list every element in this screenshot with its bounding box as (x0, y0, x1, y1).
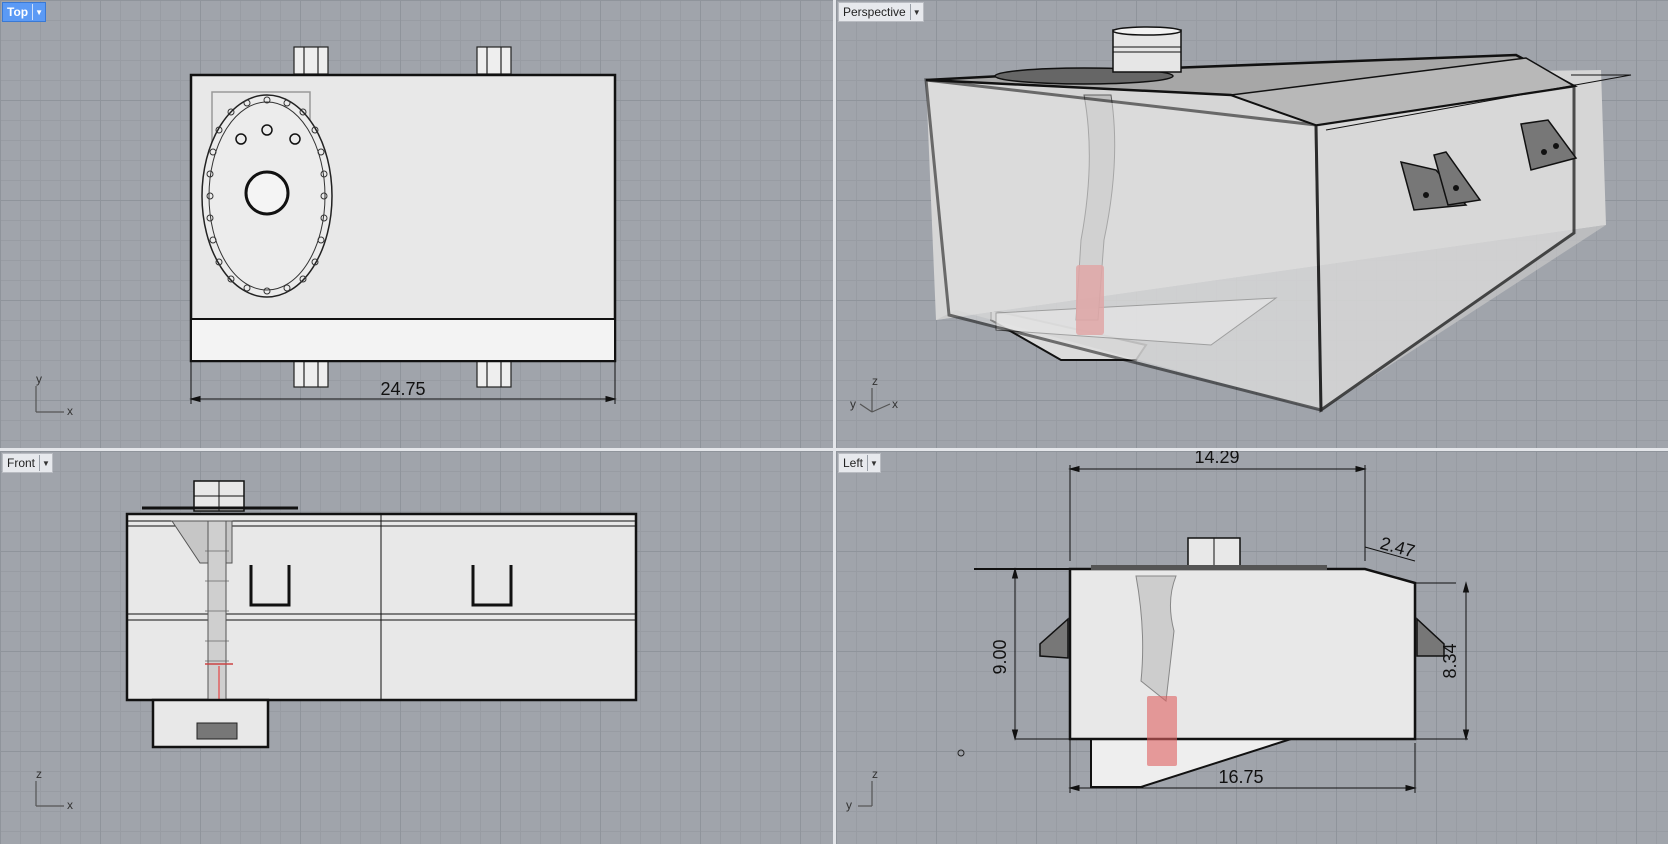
dimension-width-label: 24.75 (380, 379, 425, 399)
viewport-tab-front[interactable]: Front ▼ (2, 453, 54, 473)
viewport-tab-perspective[interactable]: Perspective ▼ (838, 2, 924, 22)
viewport-title-front: Front (7, 456, 36, 470)
cursor-marker (957, 749, 965, 757)
axis-z-label: z (36, 767, 42, 781)
viewport-title-left: Left (843, 456, 864, 470)
viewport-top[interactable]: 24.75 y x Top ▼ (0, 0, 833, 448)
viewport-tab-left[interactable]: Left ▼ (838, 453, 882, 473)
pump-cap (1112, 29, 1182, 73)
chevron-down-icon[interactable]: ▼ (909, 4, 923, 20)
axis-x-label: x (67, 798, 73, 812)
mount-tab (293, 46, 329, 75)
axis-icon (35, 386, 64, 413)
mount-tab (293, 360, 329, 388)
tank-body-left (1068, 567, 1417, 741)
dimension-top-label: 14.29 (1194, 451, 1239, 467)
perspective-view-drawing: z y x (850, 26, 1632, 413)
viewport-left[interactable]: 14.29 2.47 9.00 8.34 16.75 z y Left ▼ (836, 451, 1668, 844)
dimension-bevel-label: 2.47 (1378, 533, 1417, 561)
top-view-drawing: 24.75 y x (35, 46, 617, 418)
axis-y-label: y (36, 372, 42, 386)
dimension-rear-height-label: 8.34 (1440, 643, 1460, 678)
axis-icon (859, 388, 891, 413)
chevron-down-icon[interactable]: ▼ (867, 455, 880, 471)
viewport-title-perspective: Perspective (843, 5, 906, 19)
viewport-title-top: Top (7, 5, 29, 19)
axis-x-label: x (892, 397, 898, 411)
viewport-perspective[interactable]: z y x Perspective ▼ (836, 0, 1668, 448)
axis-icon (35, 781, 64, 807)
dimension-bottom-label: 16.75 (1218, 767, 1263, 787)
chevron-down-icon[interactable]: ▼ (32, 4, 45, 20)
chevron-down-icon[interactable]: ▼ (39, 455, 52, 471)
mount-tab (476, 360, 512, 388)
axis-z-label: z (872, 767, 878, 781)
axis-y-label: y (850, 397, 856, 411)
front-view-drawing: z x (35, 480, 638, 812)
axis-x-label: x (67, 404, 73, 418)
axis-y-label: y (846, 798, 852, 812)
viewport-tab-top[interactable]: Top ▼ (2, 2, 47, 22)
mount-tab (476, 46, 512, 75)
left-view-drawing: 14.29 2.47 9.00 8.34 16.75 z y (846, 451, 1470, 812)
dimension-front-height-label: 9.00 (990, 639, 1010, 674)
viewport-front[interactable]: z x Front ▼ (0, 451, 833, 844)
axis-z-label: z (872, 374, 878, 388)
tank-front-face (924, 78, 1323, 412)
axis-icon (858, 781, 873, 807)
pump-port (244, 170, 290, 216)
